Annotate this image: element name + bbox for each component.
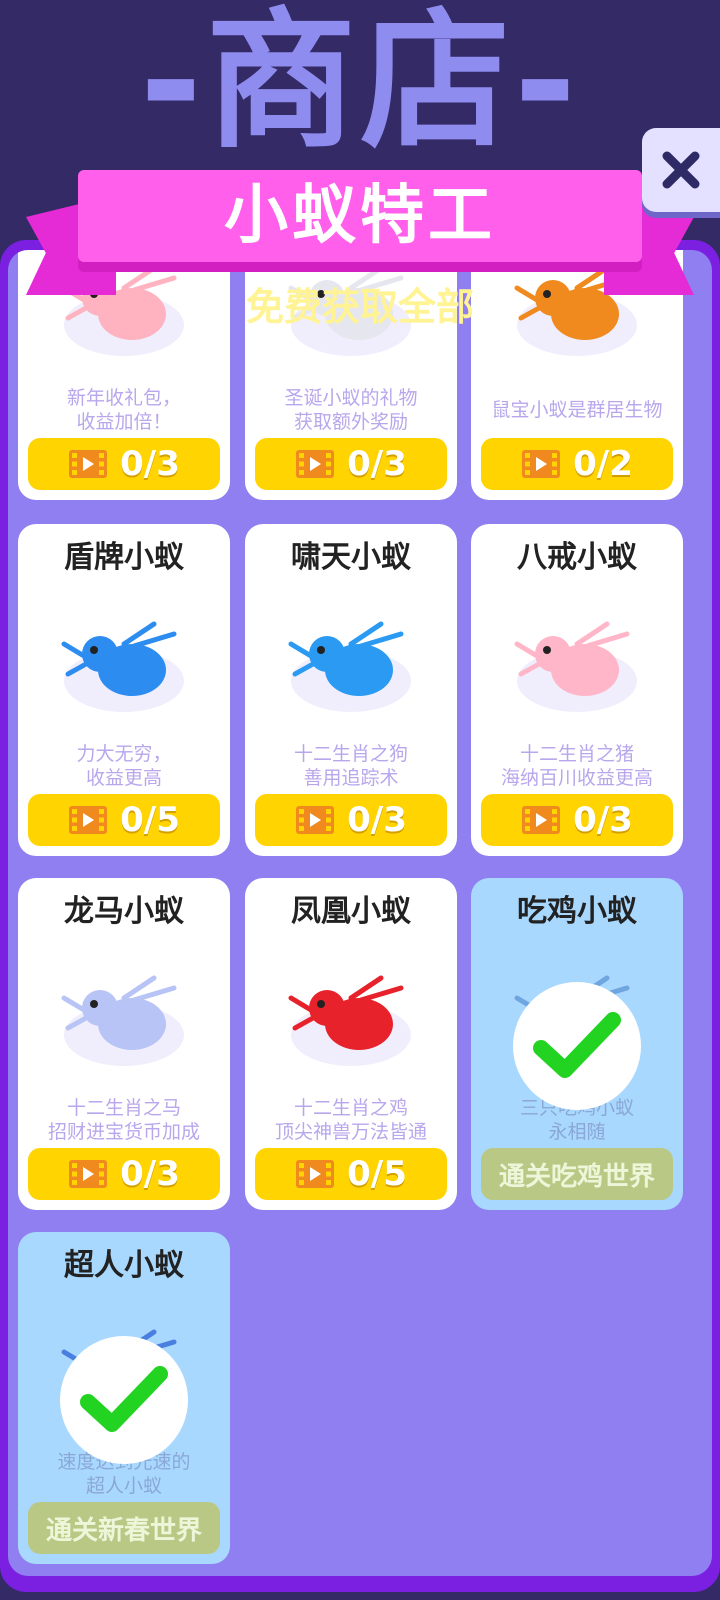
pet-name: 凤凰小蚁 <box>291 894 411 929</box>
pet-description-line-2: 收益加倍！ <box>76 411 172 433</box>
pet-description: 力大无穷， 收益更高 <box>18 742 230 790</box>
button-label: 通关吃鸡世界 <box>498 1161 655 1192</box>
pet-description-line-1: 新年收礼包， <box>66 387 181 409</box>
pet-description-line-2: 永相随 <box>548 1121 606 1143</box>
button-label: 0/2 <box>573 444 633 484</box>
pet-description-line-1: 十二生肖之鸡 <box>293 1097 408 1119</box>
horse-ant-icon <box>61 975 177 1050</box>
button-label: 0/5 <box>120 800 180 840</box>
pet-description: 十二生肖之狗 善用追踪术 <box>245 742 457 790</box>
video-icon <box>522 450 561 478</box>
pet-name: 吃鸡小蚁 <box>517 894 637 929</box>
watch-video-button[interactable]: 0/3 <box>255 438 447 490</box>
pet-card[interactable]: 超人小蚁速度达到光速的超人小蚁通关新春世界 <box>18 1232 230 1564</box>
pet-description-line-2: 超人小蚁 <box>85 1475 162 1497</box>
pet-name: 啸天小蚁 <box>291 540 411 575</box>
pet-description: 鼠宝小蚁是群居生物 <box>471 398 683 422</box>
watch-video-button[interactable]: 0/3 <box>28 438 220 490</box>
dog-ant-icon <box>288 621 404 696</box>
pet-card[interactable]: 凤凰小蚁十二生肖之鸡 顶尖神兽万法皆通 0/5 <box>245 878 457 1210</box>
button-label: 0/3 <box>120 1154 180 1194</box>
video-icon <box>69 806 108 834</box>
video-icon <box>296 450 335 478</box>
pet-name: 盾牌小蚁 <box>64 540 184 575</box>
owned-badge <box>60 1336 188 1464</box>
pet-description: 十二生肖之鸡 顶尖神兽万法皆通 <box>245 1096 457 1144</box>
shield-ant-icon <box>61 621 177 696</box>
owned-badge <box>513 982 641 1110</box>
pet-description-line-1: 力大无穷， <box>76 743 172 765</box>
category-ribbon: 小蚁特工 <box>78 170 642 262</box>
pet-description: 圣诞小蚁的礼物 获取额外奖励 <box>245 386 457 434</box>
shop-title: -商店- <box>139 0 581 169</box>
checkmark-icon <box>533 1012 621 1078</box>
watch-video-button[interactable]: 0/5 <box>255 1148 447 1200</box>
pet-description-line-2: 招财进宝货币加成 <box>47 1121 200 1143</box>
pet-description: 十二生肖之马 招财进宝货币加成 <box>18 1096 230 1144</box>
watch-video-button[interactable]: 0/5 <box>28 794 220 846</box>
pet-description-line-1: 圣诞小蚁的礼物 <box>284 387 418 409</box>
pet-description: 十二生肖之猪 海纳百川收益更高 <box>471 742 683 790</box>
pet-description-line-1: 鼠宝小蚁是群居生物 <box>491 399 663 421</box>
pet-card[interactable]: 盾牌小蚁力大无穷， 收益更高 0/5 <box>18 524 230 856</box>
video-icon <box>69 450 108 478</box>
video-icon <box>296 1160 335 1188</box>
watch-video-button[interactable]: 0/2 <box>481 438 673 490</box>
pet-description-line-2: 获取额外奖励 <box>293 411 408 433</box>
watch-video-button[interactable]: 0/3 <box>255 794 447 846</box>
phoenix-ant-icon <box>288 975 404 1050</box>
pet-grid: 新年收礼包， 收益加倍！ 0/3 圣诞小蚁的礼物 获取额外奖励 0/3 鼠宝小蚁是群居生物 0… <box>8 250 712 1576</box>
close-icon <box>662 151 700 189</box>
pet-description-line-2: 善用追踪术 <box>303 767 399 789</box>
pet-name: 八戒小蚁 <box>517 540 637 575</box>
video-icon <box>522 806 561 834</box>
shop-panel-inner: 新年收礼包， 收益加倍！ 0/3 圣诞小蚁的礼物 获取额外奖励 0/3 鼠宝小蚁是群居生物 0… <box>8 250 712 1576</box>
pet-card[interactable]: 啸天小蚁十二生肖之狗 善用追踪术 0/3 <box>245 524 457 856</box>
button-label: 0/3 <box>120 444 180 484</box>
pet-description-line-2: 顶尖神兽万法皆通 <box>274 1121 427 1143</box>
close-button[interactable] <box>642 128 720 212</box>
pet-name: 龙马小蚁 <box>64 894 184 929</box>
pig-ant-icon <box>514 621 630 696</box>
pet-name: 超人小蚁 <box>64 1248 184 1283</box>
pet-card[interactable]: 八戒小蚁十二生肖之猪 海纳百川收益更高 0/3 <box>471 524 683 856</box>
get-all-free-link[interactable]: 免费获取全部 <box>0 276 720 331</box>
pet-description-line-1: 十二生肖之狗 <box>293 743 408 765</box>
unlock-condition-button[interactable]: 通关新春世界 <box>28 1502 220 1554</box>
video-icon <box>69 1160 108 1188</box>
pet-card[interactable]: 吃鸡小蚁三只吃鸡小蚁永相随通关吃鸡世界 <box>471 878 683 1210</box>
checkmark-icon <box>80 1366 168 1432</box>
pet-description-line-2: 收益更高 <box>85 767 162 789</box>
button-label: 0/3 <box>347 444 407 484</box>
pet-card[interactable]: 龙马小蚁十二生肖之马 招财进宝货币加成 0/3 <box>18 878 230 1210</box>
watch-video-button[interactable]: 0/3 <box>28 1148 220 1200</box>
pet-description-line-1: 十二生肖之马 <box>66 1097 181 1119</box>
button-label: 0/5 <box>347 1154 407 1194</box>
unlock-condition-button[interactable]: 通关吃鸡世界 <box>481 1148 673 1200</box>
pet-description: 新年收礼包， 收益加倍！ <box>18 386 230 434</box>
pet-description-line-1: 十二生肖之猪 <box>519 743 634 765</box>
video-icon <box>296 806 335 834</box>
watch-video-button[interactable]: 0/3 <box>481 794 673 846</box>
shop-panel: 新年收礼包， 收益加倍！ 0/3 圣诞小蚁的礼物 获取额外奖励 0/3 鼠宝小蚁是群居生物 0… <box>0 240 720 1592</box>
button-label: 0/3 <box>573 800 633 840</box>
pet-description-line-2: 海纳百川收益更高 <box>500 767 653 789</box>
button-label: 通关新春世界 <box>45 1515 202 1546</box>
button-label: 0/3 <box>347 800 407 840</box>
